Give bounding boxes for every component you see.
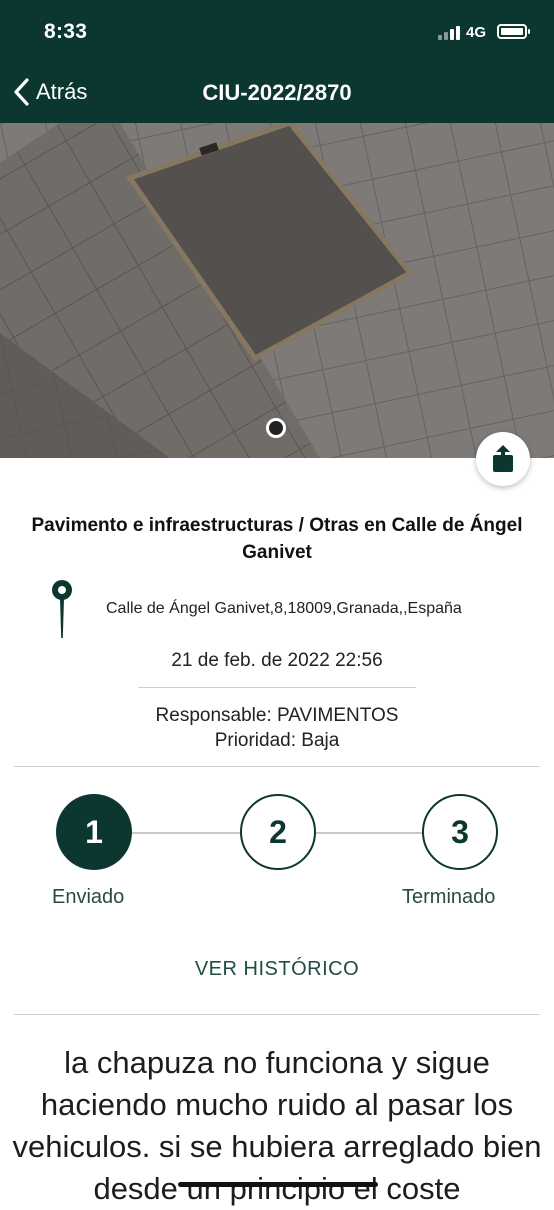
- divider: [14, 766, 540, 767]
- share-icon: [493, 445, 513, 472]
- battery-icon: [497, 24, 530, 39]
- location-pin-icon: [52, 580, 72, 638]
- home-indicator: [178, 1182, 378, 1187]
- incident-category: Pavimento e infraestructuras / Otras en …: [31, 515, 523, 563]
- signal-icon: [438, 26, 464, 40]
- network-label: 4G: [466, 24, 487, 41]
- step-connector: [132, 832, 240, 834]
- responsable-text: Responsable: PAVIMENTOS: [155, 705, 399, 726]
- status-time: 8:33: [44, 20, 88, 43]
- step-3: 3: [422, 794, 498, 870]
- divider: [14, 1014, 540, 1015]
- incident-assignment: Responsable: PAVIMENTOS Prioridad: Baja: [0, 703, 554, 753]
- incident-address: Calle de Ángel Ganivet,8,18009,Granada,,…: [106, 600, 462, 617]
- incident-photo[interactable]: [0, 123, 554, 458]
- step-3-label: Terminado: [402, 886, 496, 908]
- header: 8:33 4G Atrás CIU-2022/2870: [0, 0, 554, 123]
- prioridad-text: Prioridad: Baja: [214, 730, 340, 751]
- ver-historico-link[interactable]: VER HISTÓRICO: [0, 958, 554, 981]
- step-1: 1: [56, 794, 132, 870]
- step-connector: [316, 832, 424, 834]
- step-2: 2: [240, 794, 316, 870]
- share-button[interactable]: [476, 432, 530, 486]
- divider: [138, 687, 416, 688]
- incident-date: 21 de feb. de 2022 22:56: [171, 650, 383, 671]
- page-title: CIU-2022/2870: [202, 80, 352, 105]
- step-1-label: Enviado: [52, 886, 125, 908]
- carousel-indicator[interactable]: [266, 418, 286, 438]
